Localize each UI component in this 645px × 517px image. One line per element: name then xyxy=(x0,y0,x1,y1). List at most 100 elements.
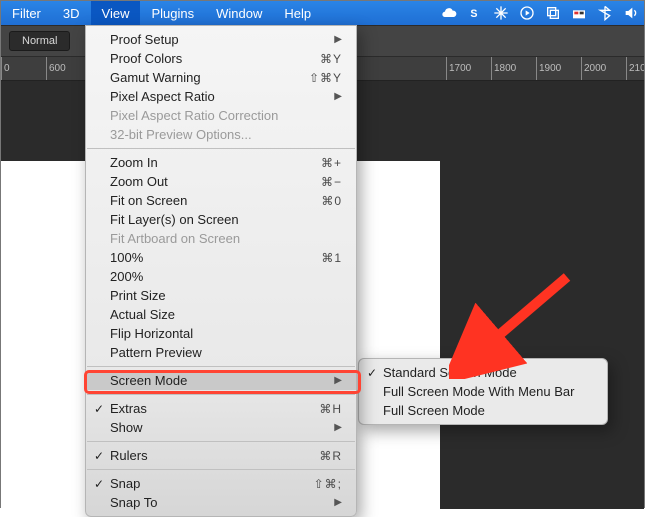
submenu-item-standard-screen-mode[interactable]: ✓ Standard Screen Mode xyxy=(359,363,607,382)
screen-mode-submenu: ✓ Standard Screen Mode Full Screen Mode Wi… xyxy=(358,358,608,425)
check-icon: ✓ xyxy=(367,366,377,380)
ruler-tick: 2000 xyxy=(581,57,606,80)
menu-item-label: Print Size xyxy=(110,288,342,303)
menu-item-shortcut: ⌘Y xyxy=(320,52,342,66)
s-icon[interactable]: S xyxy=(462,1,488,25)
submenu-item-label: Full Screen Mode xyxy=(383,403,593,418)
menu-separator xyxy=(87,366,355,367)
menu-item-fit-artboard-on-screen: Fit Artboard on Screen xyxy=(86,229,356,248)
menu-item-flip-horizontal[interactable]: Flip Horizontal xyxy=(86,324,356,343)
menu-item-label: Extras xyxy=(110,401,319,416)
snowflake-icon[interactable] xyxy=(488,1,514,25)
menu-item-label: Zoom In xyxy=(110,155,321,170)
menu-item-zoom-in[interactable]: Zoom In⌘+ xyxy=(86,153,356,172)
menu-item-label: Pixel Aspect Ratio xyxy=(110,89,334,104)
menu-item-shortcut: ⌘R xyxy=(319,449,342,463)
menu-filter[interactable]: Filter xyxy=(1,1,52,25)
menu-item-label: 32-bit Preview Options... xyxy=(110,127,342,142)
menu-item-pattern-preview[interactable]: Pattern Preview xyxy=(86,343,356,362)
volume-icon[interactable] xyxy=(618,1,644,25)
submenu-item-full-screen-mode-with-menu-bar[interactable]: Full Screen Mode With Menu Bar xyxy=(359,382,607,401)
menu-item-proof-setup[interactable]: Proof Setup▶ xyxy=(86,30,356,49)
menu-item-label: Actual Size xyxy=(110,307,342,322)
menu-view[interactable]: View xyxy=(91,1,141,25)
ruler-tick: 0 xyxy=(1,57,10,80)
menu-item-rulers[interactable]: ✓ Rulers⌘R xyxy=(86,446,356,465)
menu-item-show[interactable]: Show▶ xyxy=(86,418,356,437)
ruler-tick: 1900 xyxy=(536,57,561,80)
cloud-icon[interactable] xyxy=(436,1,462,25)
menu-item-label: Fit on Screen xyxy=(110,193,321,208)
menu-item-fit-on-screen[interactable]: Fit on Screen⌘0 xyxy=(86,191,356,210)
submenu-arrow-icon: ▶ xyxy=(334,91,342,102)
check-icon: ✓ xyxy=(94,402,104,416)
view-dropdown-menu: Proof Setup▶Proof Colors⌘YGamut Warning⇧… xyxy=(85,25,357,517)
menu-item-label: Screen Mode xyxy=(110,373,334,388)
menu-item-print-size[interactable]: Print Size xyxy=(86,286,356,305)
ruler-tick: 1800 xyxy=(491,57,516,80)
menu-item-label: Fit Layer(s) on Screen xyxy=(110,212,342,227)
menu-item-shortcut: ⌘+ xyxy=(321,156,342,170)
menu-item-200[interactable]: 200% xyxy=(86,267,356,286)
submenu-arrow-icon: ▶ xyxy=(334,422,342,433)
menu-item-label: Gamut Warning xyxy=(110,70,309,85)
menu-window[interactable]: Window xyxy=(205,1,273,25)
blend-mode-select[interactable]: Normal xyxy=(9,31,70,51)
menu-item-snap[interactable]: ✓ Snap⇧⌘; xyxy=(86,474,356,493)
menu-item-shortcut: ⌘− xyxy=(321,175,342,189)
menu-item-shortcut: ⌘H xyxy=(319,402,342,416)
menu-separator xyxy=(87,469,355,470)
menu-item-shortcut: ⇧⌘; xyxy=(314,477,342,491)
menu-item-label: Fit Artboard on Screen xyxy=(110,231,342,246)
bluetooth-icon[interactable] xyxy=(592,1,618,25)
menu-item-snap-to[interactable]: Snap To▶ xyxy=(86,493,356,512)
svg-text:S: S xyxy=(470,8,477,20)
menu-plugins[interactable]: Plugins xyxy=(140,1,205,25)
menu-separator xyxy=(87,148,355,149)
menu-item-label: Flip Horizontal xyxy=(110,326,342,341)
menu-item-actual-size[interactable]: Actual Size xyxy=(86,305,356,324)
toolbox-icon[interactable] xyxy=(566,1,592,25)
windows-icon[interactable] xyxy=(540,1,566,25)
menu-item-gamut-warning[interactable]: Gamut Warning⇧⌘Y xyxy=(86,68,356,87)
menu-item-fit-layer-s-on-screen[interactable]: Fit Layer(s) on Screen xyxy=(86,210,356,229)
menu-item-label: Proof Setup xyxy=(110,32,334,47)
app-menubar: Filter 3D View Plugins Window Help S xyxy=(1,1,644,25)
menu-item-label: Rulers xyxy=(110,448,319,463)
submenu-arrow-icon: ▶ xyxy=(334,375,342,386)
menu-item-100[interactable]: 100%⌘1 xyxy=(86,248,356,267)
menu-item-shortcut: ⌘1 xyxy=(321,251,342,265)
menu-3d[interactable]: 3D xyxy=(52,1,91,25)
menu-item-label: Zoom Out xyxy=(110,174,321,189)
menu-item-label: Snap xyxy=(110,476,314,491)
menu-item-shortcut: ⌘0 xyxy=(321,194,342,208)
submenu-item-label: Standard Screen Mode xyxy=(383,365,593,380)
menu-separator xyxy=(87,441,355,442)
menu-item-label: Proof Colors xyxy=(110,51,320,66)
menu-item-32-bit-preview-options: 32-bit Preview Options... xyxy=(86,125,356,144)
menu-item-extras[interactable]: ✓ Extras⌘H xyxy=(86,399,356,418)
menu-item-pixel-aspect-ratio[interactable]: Pixel Aspect Ratio▶ xyxy=(86,87,356,106)
ruler-tick: 1700 xyxy=(446,57,471,80)
ruler-tick: 600 xyxy=(46,57,66,80)
check-icon: ✓ xyxy=(94,477,104,491)
submenu-arrow-icon: ▶ xyxy=(334,34,342,45)
check-icon: ✓ xyxy=(94,449,104,463)
menu-item-proof-colors[interactable]: Proof Colors⌘Y xyxy=(86,49,356,68)
play-circle-icon[interactable] xyxy=(514,1,540,25)
submenu-item-label: Full Screen Mode With Menu Bar xyxy=(383,384,593,399)
menu-help[interactable]: Help xyxy=(273,1,322,25)
submenu-item-full-screen-mode[interactable]: Full Screen Mode xyxy=(359,401,607,420)
submenu-arrow-icon: ▶ xyxy=(334,497,342,508)
menu-item-label: Show xyxy=(110,420,334,435)
menu-item-screen-mode[interactable]: Screen Mode▶ xyxy=(86,371,356,390)
menu-item-shortcut: ⇧⌘Y xyxy=(309,71,342,85)
menu-item-label: Pixel Aspect Ratio Correction xyxy=(110,108,342,123)
menu-item-zoom-out[interactable]: Zoom Out⌘− xyxy=(86,172,356,191)
menu-item-label: 100% xyxy=(110,250,321,265)
ruler-tick: 2100 xyxy=(626,57,644,80)
menu-item-label: 200% xyxy=(110,269,342,284)
menu-item-label: Pattern Preview xyxy=(110,345,342,360)
menu-separator xyxy=(87,394,355,395)
menu-item-pixel-aspect-ratio-correction: Pixel Aspect Ratio Correction xyxy=(86,106,356,125)
